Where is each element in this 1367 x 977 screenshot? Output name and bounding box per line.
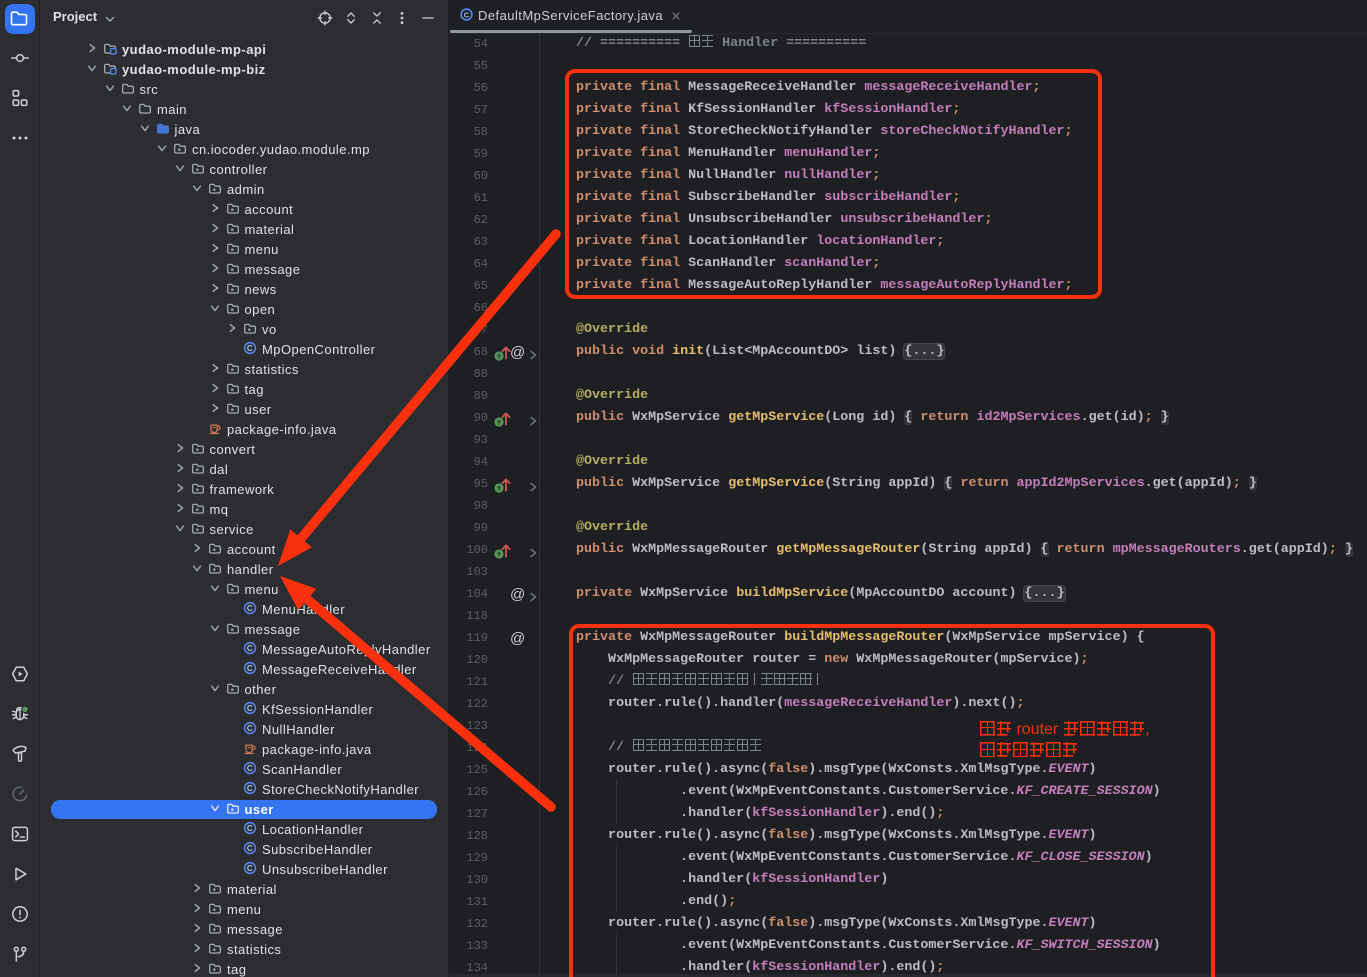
svg-text:C: C — [247, 663, 253, 672]
svg-text:C: C — [247, 783, 253, 792]
svg-text:C: C — [247, 723, 253, 732]
svg-text:C: C — [464, 10, 470, 19]
svg-text:C: C — [247, 863, 253, 872]
svg-text:C: C — [247, 343, 253, 352]
svg-text:C: C — [247, 763, 253, 772]
svg-text:C: C — [247, 843, 253, 852]
svg-text:C: C — [247, 703, 253, 712]
svg-text:C: C — [247, 603, 253, 612]
svg-text:C: C — [247, 823, 253, 832]
svg-text:C: C — [247, 643, 253, 652]
